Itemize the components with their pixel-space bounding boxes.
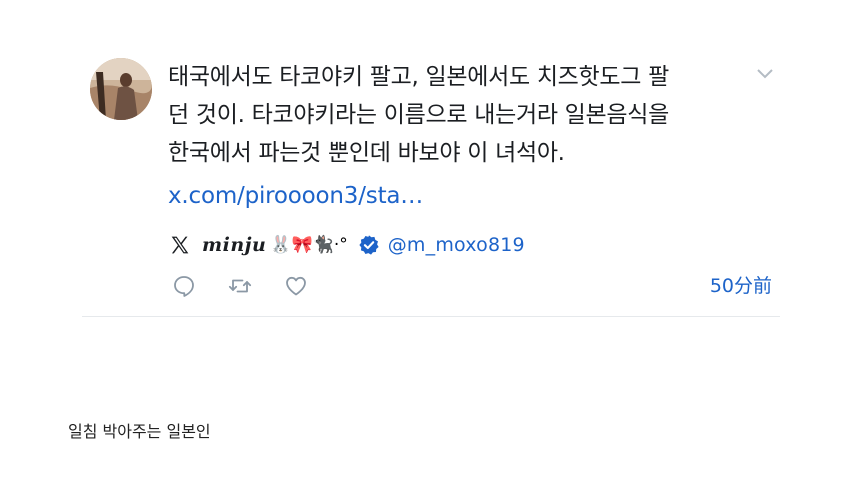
avatar[interactable] — [90, 58, 152, 120]
embedded-tweet-card[interactable]: 태국에서도 타코야키 팔고, 일본에서도 치즈핫도그 팔 던 것이. 타코야키라… — [82, 40, 780, 317]
heart-icon[interactable] — [284, 274, 308, 298]
author-name-emojis: 🐰🎀🐈‍⬛·° — [270, 234, 348, 255]
x-logo-icon[interactable] — [170, 235, 190, 255]
action-bar: 50分前 — [170, 272, 780, 300]
retweet-icon[interactable] — [228, 274, 252, 298]
avatar-photo — [90, 58, 152, 120]
author-row[interactable]: minju 🐰🎀🐈‍⬛·° @m_moxo819 — [170, 230, 525, 260]
tweet-link[interactable]: x.com/piroooon3/sta… — [168, 177, 423, 215]
tweet-text: 태국에서도 타코야키 팔고, 일본에서도 치즈핫도그 팔 던 것이. 타코야키라… — [168, 64, 669, 166]
author-display-name[interactable]: minju — [202, 234, 266, 256]
chevron-down-icon[interactable] — [756, 66, 774, 80]
tweet-timestamp[interactable]: 50分前 — [710, 272, 772, 300]
post-caption: 일침 박아주는 일본인 — [68, 422, 211, 441]
author-handle[interactable]: @m_moxo819 — [388, 234, 525, 256]
verified-badge-icon — [359, 235, 379, 255]
reply-icon[interactable] — [172, 274, 196, 298]
page: 태국에서도 타코야키 팔고, 일본에서도 치즈핫도그 팔 던 것이. 타코야키라… — [0, 0, 854, 481]
